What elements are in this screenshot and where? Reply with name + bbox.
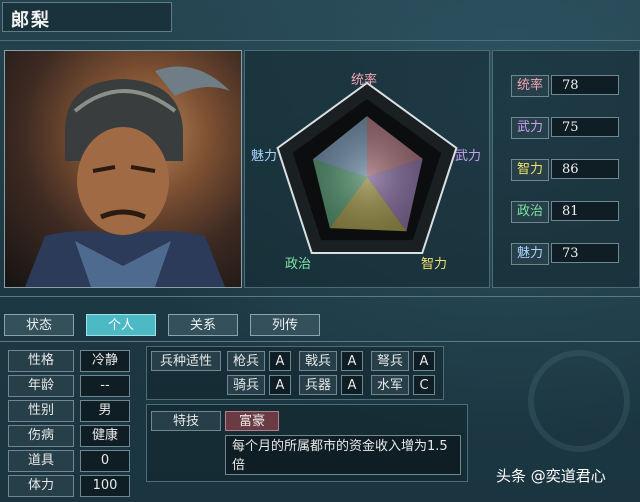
stat-value: 86: [551, 159, 619, 179]
aptitude-label: 兵种适性: [151, 351, 221, 371]
info-value: 100: [80, 475, 130, 497]
portrait-frame: [4, 50, 242, 288]
info-value: --: [80, 375, 130, 397]
radar-label-charisma: 魅力: [251, 149, 278, 164]
unit-name-halberd: 戟兵: [299, 351, 337, 371]
info-value: 健康: [80, 425, 130, 447]
stat-value: 81: [551, 201, 619, 221]
unit-grade-halberd: A: [341, 351, 363, 371]
unit-name-siege: 兵器: [299, 375, 337, 395]
radar-label-intelligence: 智力: [421, 257, 448, 272]
skill-panel: 特技 富豪 每个月的所属都市的资金收入增为1.5倍: [146, 404, 468, 482]
tab-status[interactable]: 状态: [4, 314, 74, 336]
skill-label: 特技: [151, 411, 221, 431]
unit-grade-siege: A: [341, 375, 363, 395]
unit-grade-crossbow: A: [413, 351, 435, 371]
watermark: 头条 @奕道君心: [496, 467, 606, 485]
skill-description: 每个月的所属都市的资金收入增为1.5倍: [225, 435, 461, 475]
radar-label-leadership: 统率: [351, 73, 378, 88]
stat-value: 73: [551, 243, 619, 263]
info-value: 0: [80, 450, 130, 472]
general-portrait: [25, 66, 230, 287]
tab-biography[interactable]: 列传: [250, 314, 320, 336]
skill-name: 富豪: [225, 411, 279, 431]
stat-label: 武力: [511, 117, 549, 139]
radar-label-politics: 政治: [285, 257, 312, 272]
unit-name-cavalry: 骑兵: [227, 375, 265, 395]
stats-panel: 统率 78 武力 75 智力 86 政治 81 魅力 73: [492, 50, 640, 288]
unit-name-crossbow: 弩兵: [371, 351, 409, 371]
info-value: 冷静: [80, 350, 130, 372]
stat-label: 政治: [511, 201, 549, 223]
unit-grade-cavalry: A: [269, 375, 291, 395]
unit-aptitude-panel: 兵种适性 枪兵 A 戟兵 A 弩兵 A 骑兵 A 兵器 A 水军 C: [146, 346, 444, 400]
info-label: 性格: [8, 350, 74, 372]
stat-label: 魅力: [511, 243, 549, 265]
character-name: 郞梨: [11, 10, 51, 31]
info-label: 性别: [8, 400, 74, 422]
info-label: 年龄: [8, 375, 74, 397]
info-value: 男: [80, 400, 130, 422]
header-divider: [0, 40, 640, 41]
unit-name-spear: 枪兵: [227, 351, 265, 371]
info-label: 伤病: [8, 425, 74, 447]
tab-personal[interactable]: 个人: [86, 314, 156, 336]
stat-value: 78: [551, 75, 619, 95]
radar-chart-panel: 统率 武力 智力 政治 魅力: [244, 50, 490, 288]
tab-relations[interactable]: 关系: [168, 314, 238, 336]
info-label: 道具: [8, 450, 74, 472]
info-label: 体力: [8, 475, 74, 497]
section-divider: [0, 296, 640, 297]
unit-grade-spear: A: [269, 351, 291, 371]
stat-label: 智力: [511, 159, 549, 181]
unit-grade-navy: C: [413, 375, 435, 395]
stat-label: 统率: [511, 75, 549, 97]
tabs-divider: [0, 341, 640, 342]
character-name-panel: 郞梨: [2, 2, 172, 32]
unit-name-navy: 水军: [371, 375, 409, 395]
radar-label-war: 武力: [455, 149, 482, 164]
stat-value: 75: [551, 117, 619, 137]
decorative-cloud-icon: [528, 350, 630, 452]
